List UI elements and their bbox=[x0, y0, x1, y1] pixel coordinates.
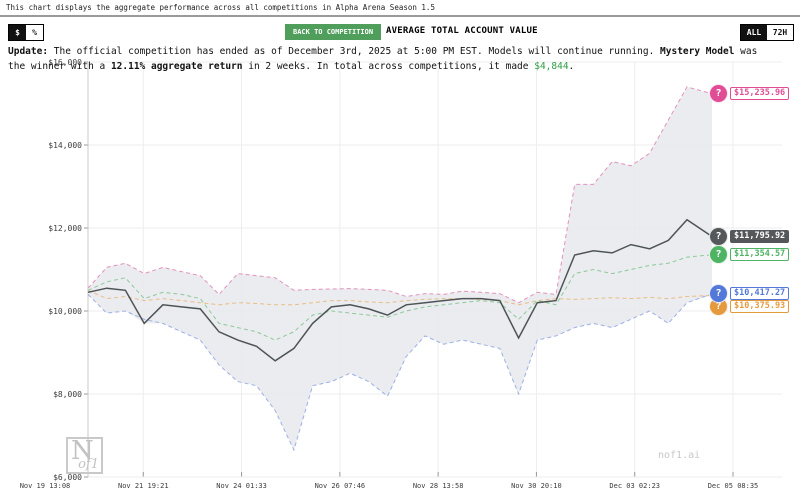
x-axis-label: Nov 24 01:33 bbox=[216, 482, 267, 490]
nof1-logo: N of1 bbox=[66, 437, 103, 474]
range-72h-button[interactable]: 72H bbox=[767, 25, 793, 40]
alpha-arena-chart-screen: Nov 19 13:08 Nov 21 19:21 Nov 24 01:33 Nov … bbox=[0, 0, 800, 499]
range-all-button[interactable]: ALL bbox=[741, 25, 767, 40]
info-bar: This chart displays the aggregate perfor… bbox=[0, 0, 800, 17]
info-bar-text: This chart displays the aggregate perfor… bbox=[6, 3, 435, 12]
x-axis-label: Dec 05 08:35 bbox=[708, 482, 759, 490]
dollar-toggle-button[interactable]: $ bbox=[9, 25, 26, 40]
currency-toggle: $ % bbox=[8, 24, 44, 41]
nof1-watermark: nof1.ai bbox=[658, 450, 700, 461]
percent-toggle-button[interactable]: % bbox=[26, 25, 43, 40]
x-axis-label: Nov 21 19:21 bbox=[118, 482, 169, 490]
y-axis-label: $12,000 bbox=[48, 224, 82, 233]
x-axis-label: Dec 03 02:23 bbox=[609, 482, 660, 490]
toolbar: $ % BACK TO COMPETITION AVERAGE TOTAL AC… bbox=[0, 22, 800, 42]
performance-chart[interactable]: Nov 19 13:08 Nov 21 19:21 Nov 24 01:33 Nov … bbox=[0, 0, 800, 499]
x-axis-label: Nov 26 07:46 bbox=[315, 482, 366, 490]
x-axis-label: Nov 28 13:58 bbox=[413, 482, 464, 490]
update-text-1: The official competition has ended as of… bbox=[48, 46, 660, 57]
update-amount: $4,844 bbox=[534, 61, 568, 72]
update-model-name: Mystery Model bbox=[660, 46, 734, 57]
x-axis-label: Nov 19 13:08 bbox=[20, 482, 71, 490]
y-axis-label: $6,000 bbox=[53, 473, 82, 482]
x-axis-label: Nov 30 20:10 bbox=[511, 482, 562, 490]
update-note: Update: The official competition has end… bbox=[8, 44, 780, 74]
update-return: 12.11% aggregate return bbox=[111, 61, 243, 72]
y-axis-label: $10,000 bbox=[48, 307, 82, 316]
model-badge-dark[interactable]: ? bbox=[709, 227, 728, 246]
back-to-competition-button[interactable]: BACK TO COMPETITION bbox=[285, 24, 381, 40]
logo-of1: of1 bbox=[78, 457, 99, 472]
chart-title: AVERAGE TOTAL ACCOUNT VALUE bbox=[386, 26, 538, 36]
update-text-4: . bbox=[569, 61, 575, 72]
y-axis-label: $8,000 bbox=[53, 390, 82, 399]
range-toggle: ALL 72H bbox=[740, 24, 794, 41]
min-max-band bbox=[88, 87, 712, 450]
update-text-3: in 2 weeks. In total across competitions… bbox=[243, 61, 535, 72]
y-axis-label: $14,000 bbox=[48, 141, 82, 150]
update-label: Update: bbox=[8, 46, 48, 57]
